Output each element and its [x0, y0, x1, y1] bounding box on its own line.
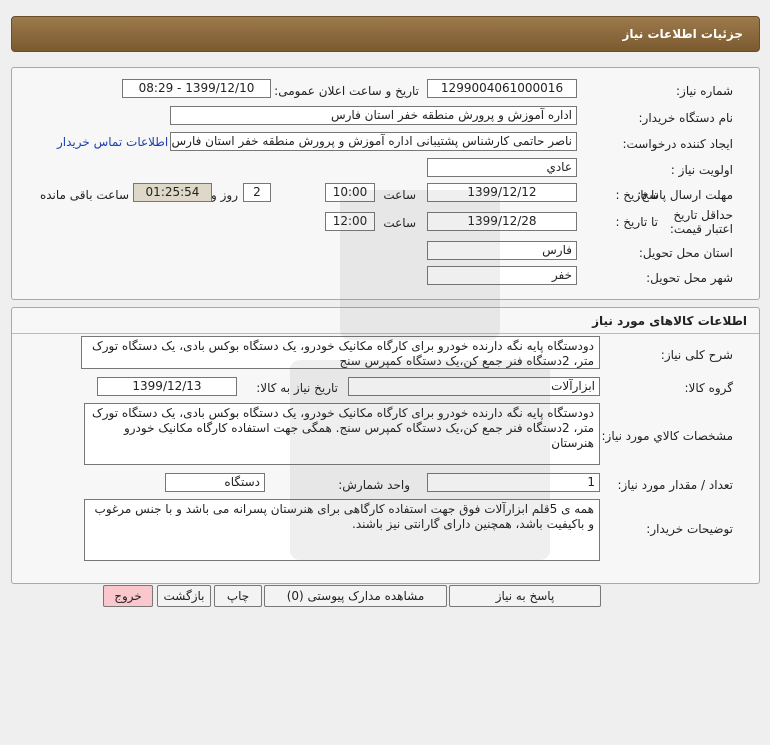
- announce-label: تاریخ و ساعت اعلان عمومی:: [274, 84, 419, 98]
- province-field: فارس: [427, 241, 577, 260]
- validity-label: حداقل تاریخ اعتبار قیمت:: [669, 208, 733, 236]
- attachments-button[interactable]: مشاهده مدارک پیوستی (0): [264, 585, 447, 607]
- deadline-time-field: 10:00: [325, 183, 375, 202]
- validity-time-field: 12:00: [325, 212, 375, 231]
- remaining-time-field: 01:25:54: [133, 183, 212, 202]
- requester-label: ایجاد کننده درخواست:: [622, 137, 733, 151]
- buyer-field: اداره آموزش و پرورش منطقه خفر استان فارس: [170, 106, 577, 125]
- validity-until-label: تا تاریخ :: [615, 215, 658, 229]
- priority-field: عادي: [427, 158, 577, 177]
- validity-time-label: ساعت: [383, 216, 416, 230]
- city-label: شهر محل تحویل:: [646, 271, 733, 285]
- goods-section-title: اطلاعات کالاهای مورد نیاز: [12, 308, 759, 334]
- reply-button[interactable]: پاسخ به نیاز: [449, 585, 601, 607]
- deadline-until-label: تا تاریخ :: [615, 188, 658, 202]
- unit-field: دستگاه: [165, 473, 265, 492]
- group-label: گروه کالا:: [684, 381, 734, 395]
- requester-field: ناصر حاتمی کارشناس پشتیبانی اداره آموزش …: [170, 132, 577, 151]
- days-field: 2: [243, 183, 271, 202]
- page-header: جزئیات اطلاعات نیاز: [11, 16, 760, 52]
- deadline-date-field: 1399/12/12: [427, 183, 577, 202]
- need-number-label: شماره نیاز:: [676, 84, 733, 98]
- qty-label: تعداد / مقدار مورد نیاز:: [617, 478, 733, 492]
- summary-field: دودستگاه پایه نگه دارنده خودرو برای کارگ…: [81, 336, 600, 369]
- need-number-field: 1299004061000016: [427, 79, 577, 98]
- specs-label: مشخصات کالاي مورد نياز:: [601, 429, 733, 443]
- need-date-label: تاریخ نیاز به کالا:: [256, 381, 338, 395]
- buyer-contact-link[interactable]: اطلاعات تماس خریدار: [57, 135, 168, 149]
- city-field: خفر: [427, 266, 577, 285]
- priority-label: اولویت نیاز :: [670, 163, 733, 177]
- summary-label: شرح کلی نیاز:: [660, 348, 733, 362]
- buyer-notes-field: همه ی 5قلم ابزارآلات فوق جهت استفاده کار…: [84, 499, 600, 561]
- page-title: جزئیات اطلاعات نیاز: [622, 27, 743, 41]
- need-date-field: 1399/12/13: [97, 377, 237, 396]
- group-field: ابزارآلات: [348, 377, 600, 396]
- buyer-label: نام دستگاه خریدار:: [638, 111, 734, 125]
- qty-field: 1: [427, 473, 600, 492]
- unit-label: واحد شمارش:: [338, 478, 410, 492]
- print-button[interactable]: چاپ: [214, 585, 262, 607]
- days-label: روز و: [211, 188, 238, 202]
- exit-button[interactable]: خروج: [103, 585, 153, 607]
- province-label: استان محل تحویل:: [638, 246, 733, 260]
- deadline-time-label: ساعت: [383, 188, 416, 202]
- back-button[interactable]: بازگشت: [157, 585, 211, 607]
- remaining-label: ساعت باقی مانده: [39, 188, 129, 202]
- validity-date-field: 1399/12/28: [427, 212, 577, 231]
- specs-field: دودستگاه پایه نگه دارنده خودرو برای کارگ…: [84, 403, 600, 465]
- announce-field: 1399/12/10 - 08:29: [122, 79, 271, 98]
- need-info-panel: [11, 67, 760, 300]
- buyer-notes-label: توضیحات خریدار:: [646, 522, 733, 536]
